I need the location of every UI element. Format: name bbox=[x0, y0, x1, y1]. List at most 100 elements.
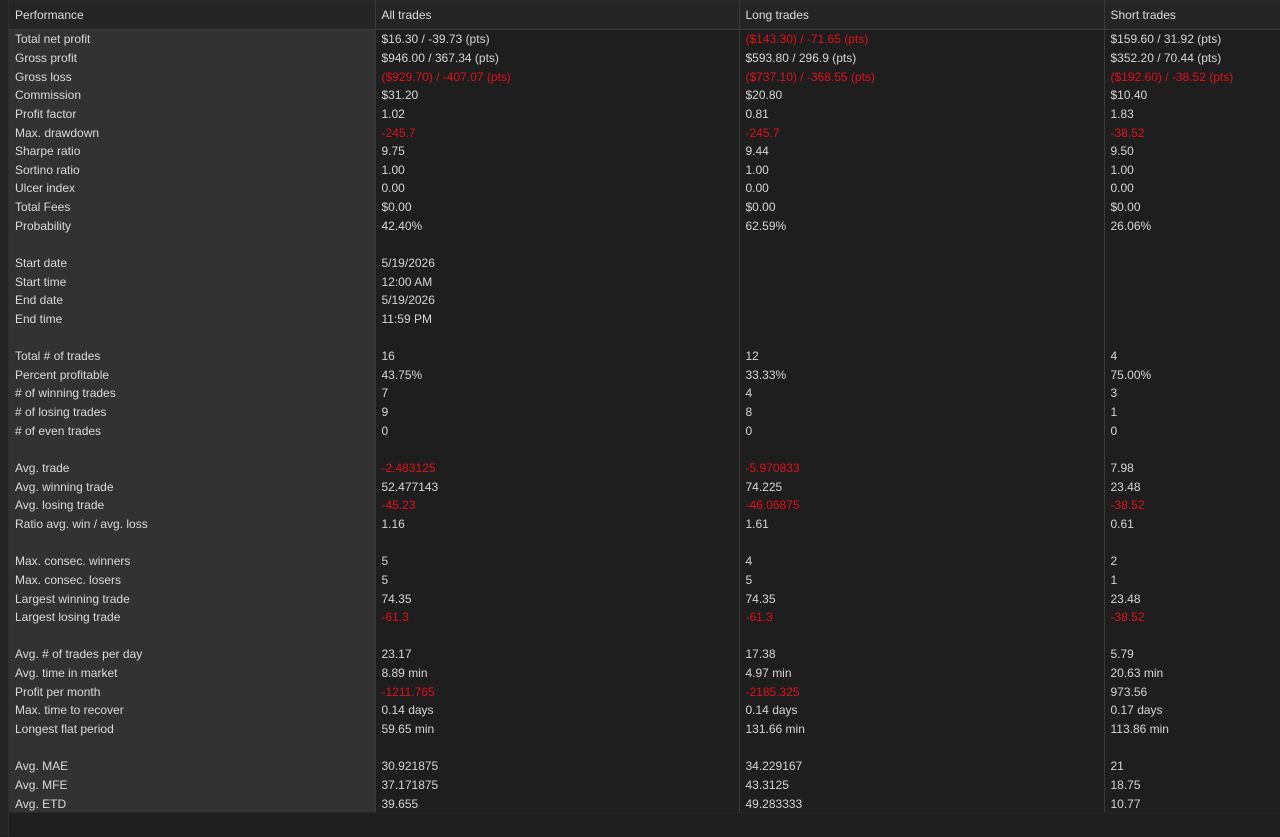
table-row[interactable]: Gross loss ($929.70) / -407.07 (pts) ($737… bbox=[9, 67, 1280, 86]
value-all-trades: 23.17 bbox=[375, 645, 740, 664]
grid-footer bbox=[9, 812, 1280, 837]
value-long-trades bbox=[739, 440, 1105, 459]
value-short-trades: 1 bbox=[1104, 570, 1280, 590]
value-all-trades: -1211.765 bbox=[375, 682, 740, 702]
table-row[interactable]: Profit per month -1211.765 -2185.325 973.56 bbox=[9, 682, 1280, 702]
value-all-trades bbox=[375, 328, 740, 347]
value-all-trades bbox=[375, 738, 740, 757]
table-row[interactable]: Commission $31.20 $20.80 $10.40 bbox=[9, 85, 1280, 105]
table-row[interactable]: # of winning trades 7 4 3 bbox=[9, 384, 1280, 403]
table-row[interactable]: Sortino ratio 1.00 1.00 1.00 bbox=[9, 160, 1280, 180]
value-long-trades: -2185.325 bbox=[739, 682, 1105, 702]
value-long-trades bbox=[739, 328, 1105, 347]
value-short-trades: 1.00 bbox=[1104, 160, 1280, 180]
table-row[interactable] bbox=[9, 738, 1280, 757]
table-row[interactable]: Total Fees $0.00 $0.00 $0.00 bbox=[9, 197, 1280, 217]
table-row[interactable]: Probability 42.40% 62.59% 26.06% bbox=[9, 216, 1280, 236]
value-short-trades: 7.98 bbox=[1104, 458, 1280, 478]
table-row[interactable]: Ulcer index 0.00 0.00 0.00 bbox=[9, 179, 1280, 198]
metric-label: Avg. ETD bbox=[9, 794, 376, 813]
table-row[interactable]: End date 5/19/2026 bbox=[9, 290, 1280, 310]
table-row[interactable] bbox=[9, 440, 1280, 459]
table-row[interactable]: Largest losing trade -61.3 -61.3 -38.52 bbox=[9, 607, 1280, 627]
table-row[interactable]: Avg. time in market 8.89 min 4.97 min 20.63… bbox=[9, 663, 1280, 683]
metric-label: Sortino ratio bbox=[9, 160, 376, 180]
table-row[interactable]: Total net profit $16.30 / -39.73 (pts) ($1… bbox=[9, 29, 1280, 49]
header-all-trades[interactable]: All trades bbox=[375, 0, 740, 30]
value-all-trades: 12:00 AM bbox=[375, 272, 740, 291]
table-row[interactable]: Avg. ETD 39.655 49.283333 10.77 bbox=[9, 794, 1280, 813]
value-long-trades: ($737.10) / -368.55 (pts) bbox=[739, 67, 1105, 86]
value-long-trades: 74.35 bbox=[739, 589, 1105, 608]
table-row[interactable]: Sharpe ratio 9.75 9.44 9.50 bbox=[9, 141, 1280, 161]
table-row[interactable] bbox=[9, 533, 1280, 552]
table-row[interactable]: Start date 5/19/2026 bbox=[9, 253, 1280, 273]
table-row[interactable]: Avg. MAE 30.921875 34.229167 21 bbox=[9, 756, 1280, 776]
table-row[interactable]: Ratio avg. win / avg. loss 1.16 1.61 0.61 bbox=[9, 514, 1280, 534]
table-row[interactable]: End time 11:59 PM bbox=[9, 309, 1280, 329]
metric-label: Commission bbox=[9, 85, 376, 105]
table-row[interactable]: Longest flat period 59.65 min 131.66 min 11… bbox=[9, 719, 1280, 739]
value-long-trades bbox=[739, 235, 1105, 254]
value-long-trades: 0.81 bbox=[739, 104, 1105, 124]
value-short-trades bbox=[1104, 533, 1280, 552]
value-short-trades bbox=[1104, 290, 1280, 310]
value-short-trades: 0.00 bbox=[1104, 179, 1280, 198]
value-short-trades bbox=[1104, 738, 1280, 757]
table-row[interactable]: Gross profit $946.00 / 367.34 (pts) $593.8… bbox=[9, 48, 1280, 68]
value-all-trades: 59.65 min bbox=[375, 719, 740, 739]
table-row[interactable]: Total # of trades 16 12 4 bbox=[9, 346, 1280, 366]
value-long-trades: 4 bbox=[739, 384, 1105, 403]
table-row[interactable]: Max. consec. losers 5 5 1 bbox=[9, 570, 1280, 590]
header-row: Performance All trades Long trades Short… bbox=[9, 0, 1280, 30]
value-long-trades: 0.14 days bbox=[739, 701, 1105, 720]
value-long-trades: 12 bbox=[739, 346, 1105, 366]
value-long-trades bbox=[739, 626, 1105, 646]
table-row[interactable]: Max. consec. winners 5 4 2 bbox=[9, 551, 1280, 571]
table-row[interactable]: # of losing trades 9 8 1 bbox=[9, 402, 1280, 422]
table-row[interactable]: Avg. losing trade -45.23 -46.06875 -38.52 bbox=[9, 496, 1280, 515]
metric-label: Max. consec. losers bbox=[9, 570, 376, 590]
table-row[interactable]: Avg. winning trade 52.477143 74.225 23.48 bbox=[9, 477, 1280, 497]
value-all-trades: 43.75% bbox=[375, 365, 740, 385]
value-all-trades: 16 bbox=[375, 346, 740, 366]
table-row[interactable]: Avg. MFE 37.171875 43.3125 18.75 bbox=[9, 775, 1280, 795]
table-row[interactable]: Max. drawdown -245.7 -245.7 -38.52 bbox=[9, 123, 1280, 142]
header-performance[interactable]: Performance bbox=[9, 0, 376, 30]
value-all-trades: $16.30 / -39.73 (pts) bbox=[375, 29, 740, 49]
table-row[interactable]: Profit factor 1.02 0.81 1.83 bbox=[9, 104, 1280, 124]
value-all-trades bbox=[375, 533, 740, 552]
table-row[interactable]: Start time 12:00 AM bbox=[9, 272, 1280, 291]
value-short-trades bbox=[1104, 440, 1280, 459]
value-all-trades: 5/19/2026 bbox=[375, 253, 740, 273]
table-row[interactable]: Max. time to recover 0.14 days 0.14 days 0.… bbox=[9, 701, 1280, 720]
table-row[interactable]: Largest winning trade 74.35 74.35 23.48 bbox=[9, 589, 1280, 608]
value-short-trades: 973.56 bbox=[1104, 682, 1280, 702]
table-row[interactable] bbox=[9, 328, 1280, 347]
table-row[interactable]: Percent profitable 43.75% 33.33% 75.00% bbox=[9, 365, 1280, 385]
value-all-trades: 5 bbox=[375, 570, 740, 590]
value-long-trades: 4 bbox=[739, 551, 1105, 571]
value-short-trades bbox=[1104, 235, 1280, 254]
value-short-trades: 3 bbox=[1104, 384, 1280, 403]
header-long-trades[interactable]: Long trades bbox=[739, 0, 1105, 30]
table-row[interactable] bbox=[9, 626, 1280, 646]
value-short-trades: 20.63 min bbox=[1104, 663, 1280, 683]
value-short-trades: 1.83 bbox=[1104, 104, 1280, 124]
value-long-trades: 62.59% bbox=[739, 216, 1105, 236]
metric-label bbox=[9, 533, 376, 552]
table-row[interactable]: # of even trades 0 0 0 bbox=[9, 421, 1280, 441]
metric-label bbox=[9, 440, 376, 459]
value-all-trades: -2.483125 bbox=[375, 458, 740, 478]
metric-label: # of losing trades bbox=[9, 402, 376, 422]
value-short-trades: ($192.60) / -38.52 (pts) bbox=[1104, 67, 1280, 86]
metric-label bbox=[9, 235, 376, 254]
value-short-trades: 0.17 days bbox=[1104, 701, 1280, 720]
header-short-trades[interactable]: Short trades bbox=[1104, 0, 1280, 30]
value-long-trades: 17.38 bbox=[739, 645, 1105, 664]
value-short-trades: $10.40 bbox=[1104, 85, 1280, 105]
table-row[interactable]: Avg. # of trades per day 23.17 17.38 5.79 bbox=[9, 645, 1280, 664]
table-row[interactable] bbox=[9, 235, 1280, 254]
table-row[interactable]: Avg. trade -2.483125 -5.970833 7.98 bbox=[9, 458, 1280, 478]
value-all-trades: 0.14 days bbox=[375, 701, 740, 720]
